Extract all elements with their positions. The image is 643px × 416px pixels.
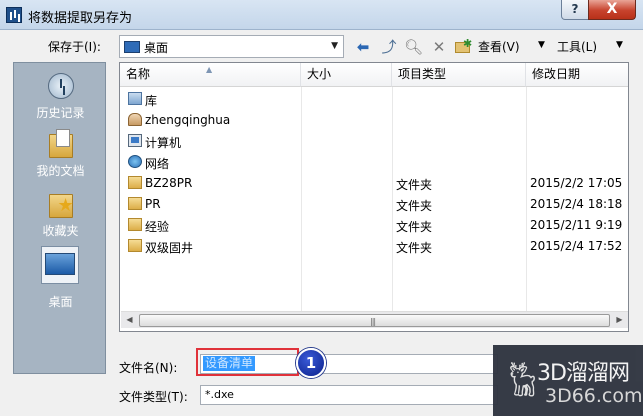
column-header-size[interactable]: 大小 xyxy=(301,63,392,87)
place-label: 收藏夹 xyxy=(42,224,79,238)
folder-icon xyxy=(128,197,142,210)
new-folder-icon[interactable]: ✱ xyxy=(454,37,472,56)
file-date: 2015/2/11 9:19 xyxy=(530,218,623,232)
search-icon[interactable]: 🔍︎ xyxy=(404,38,423,56)
scroll-right-icon[interactable]: ▶ xyxy=(611,312,628,329)
list-item[interactable]: 经验 文件夹 2015/2/11 9:19 xyxy=(120,215,628,236)
list-item[interactable]: 库 xyxy=(120,89,628,110)
title-bar: 将数据提取另存为 ? X xyxy=(0,0,643,30)
file-list[interactable]: 名称 ▲ 大小 项目类型 修改日期 库 zhengqinghua 计算机 网络 … xyxy=(119,62,629,332)
window-title: 将数据提取另存为 xyxy=(28,11,133,26)
network-icon xyxy=(128,155,142,168)
chevron-down-icon[interactable]: ▼ xyxy=(331,41,338,51)
list-item[interactable]: 双级固井 文件夹 2015/2/4 17:52 xyxy=(120,236,628,257)
place-history[interactable]: 历史记录 xyxy=(14,71,107,121)
watermark-brand: 3D溜溜网 xyxy=(537,361,630,386)
file-type: 文件夹 xyxy=(396,220,433,234)
chevron-down-icon[interactable]: ▼ xyxy=(538,40,545,50)
view-menu-button[interactable]: 查看(V) xyxy=(478,38,520,55)
chevron-down-icon[interactable]: ▼ xyxy=(616,40,623,50)
column-header-date[interactable]: 修改日期 xyxy=(526,63,628,87)
place-label: 桌面 xyxy=(48,295,73,309)
file-type: 文件夹 xyxy=(396,178,433,192)
watermark: 🦌︎ 3D溜溜网 3D66.com xyxy=(493,345,643,416)
list-item[interactable]: BZ28PR 文件夹 2015/2/2 17:05 xyxy=(120,173,628,194)
filename-label: 文件名(N): xyxy=(119,361,178,375)
places-bar: 历史记录 我的文档 ★ 收藏夹 桌面 xyxy=(13,62,106,374)
folder-icon xyxy=(128,176,142,189)
file-type: 文件夹 xyxy=(396,199,433,213)
tools-menu-button[interactable]: 工具(L) xyxy=(557,38,597,55)
column-header-type[interactable]: 项目类型 xyxy=(392,63,526,87)
sort-up-icon: ▲ xyxy=(206,65,213,74)
app-icon xyxy=(6,7,22,23)
file-name: 双级固井 xyxy=(145,241,194,255)
place-label: 我的文档 xyxy=(36,164,85,178)
file-name: PR xyxy=(145,197,161,211)
file-type: 文件夹 xyxy=(396,241,433,255)
favorites-icon: ★ xyxy=(46,189,76,219)
file-date: 2015/2/2 17:05 xyxy=(530,176,623,190)
save-in-value: 桌面 xyxy=(144,41,169,55)
place-label: 历史记录 xyxy=(36,106,85,120)
history-icon xyxy=(46,71,76,101)
file-name: zhengqinghua xyxy=(145,113,231,127)
computer-icon xyxy=(128,134,142,147)
deer-logo-icon: 🦌︎ xyxy=(501,360,545,400)
file-name: 库 xyxy=(145,94,158,108)
documents-icon xyxy=(46,129,76,159)
scrollbar-thumb[interactable]: ||| xyxy=(139,314,610,327)
folder-icon xyxy=(128,239,142,252)
delete-icon[interactable]: ✕ xyxy=(430,38,448,56)
up-folder-icon[interactable]: ⤴ xyxy=(380,38,398,56)
folder-icon xyxy=(128,218,142,231)
desktop-icon xyxy=(124,41,140,53)
watermark-url: 3D66.com xyxy=(545,385,643,407)
file-name: 经验 xyxy=(145,220,170,234)
file-name: 网络 xyxy=(145,157,170,171)
scroll-left-icon[interactable]: ◀ xyxy=(121,312,138,329)
place-favorites[interactable]: ★ 收藏夹 xyxy=(14,189,107,239)
desktop-icon[interactable] xyxy=(41,246,79,284)
list-item[interactable]: 网络 xyxy=(120,152,628,173)
filetype-label: 文件类型(T): xyxy=(119,390,188,404)
close-button[interactable]: X xyxy=(588,0,636,20)
column-header-name[interactable]: 名称 ▲ xyxy=(120,63,301,87)
filetype-combo[interactable]: *.dxe xyxy=(200,385,498,405)
save-in-combo[interactable]: 桌面 ▼ xyxy=(119,35,344,58)
file-date: 2015/2/4 17:52 xyxy=(530,239,623,253)
list-item[interactable]: zhengqinghua xyxy=(120,110,628,131)
file-name: 计算机 xyxy=(145,136,182,150)
list-item[interactable]: 计算机 xyxy=(120,131,628,152)
column-header-label: 名称 xyxy=(126,67,151,81)
file-date: 2015/2/4 18:18 xyxy=(530,197,623,211)
step-badge: 1 xyxy=(296,348,326,378)
highlight-frame xyxy=(196,348,299,376)
save-in-label: 保存于(I): xyxy=(48,40,101,54)
horizontal-scrollbar[interactable]: ◀ ||| ▶ xyxy=(121,311,628,328)
place-my-documents[interactable]: 我的文档 xyxy=(14,129,107,179)
user-icon xyxy=(128,113,142,126)
list-item[interactable]: PR 文件夹 2015/2/4 18:18 xyxy=(120,194,628,215)
file-name: BZ28PR xyxy=(145,176,193,190)
library-icon xyxy=(128,92,142,105)
help-button[interactable]: ? xyxy=(561,0,589,20)
back-arrow-icon[interactable]: ⬅ xyxy=(354,38,372,56)
